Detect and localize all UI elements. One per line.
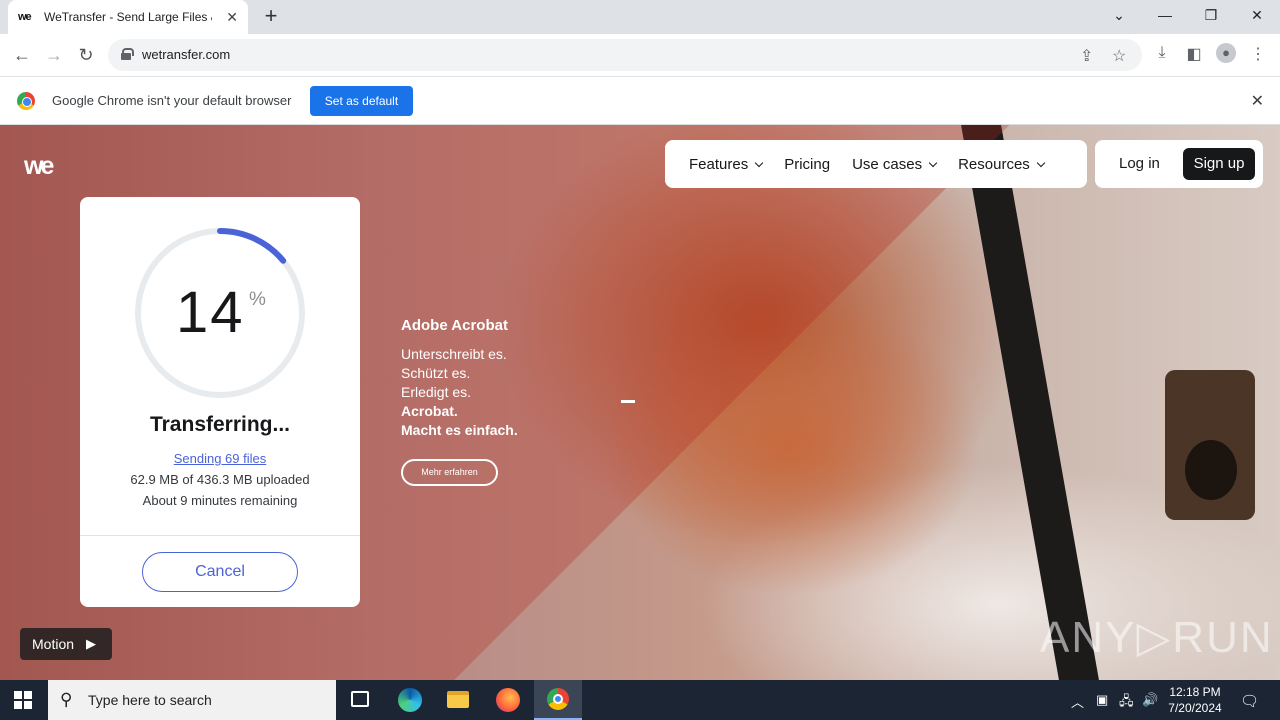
windows-taskbar: ⚲ Type here to search ︿ ▣ 🖧 🔊 12:18 PM 7… — [0, 680, 1280, 720]
browser-tab-wetransfer[interactable]: we WeTransfer - Send Large Files & ✕ — [8, 0, 248, 34]
ad-learn-more-button[interactable]: Mehr erfahren — [401, 459, 498, 486]
minimize-button[interactable]: — — [1142, 0, 1188, 30]
ad-brand: Adobe Acrobat — [401, 317, 508, 334]
network-icon[interactable]: 🖧 — [1119, 692, 1134, 714]
ad-line: Unterschreibt es. — [401, 346, 507, 362]
taskbar-search-placeholder: Type here to search — [88, 692, 212, 708]
infobar-close-icon[interactable]: ✕ — [1251, 91, 1264, 111]
address-bar[interactable]: wetransfer.com ⇪ ☆ — [108, 39, 1142, 71]
ad-line: Erledigt es. — [401, 384, 472, 400]
tab-search-chevron-icon[interactable]: ⌄ — [1096, 0, 1142, 30]
motion-label: Motion — [32, 636, 75, 652]
search-icon: ⚲ — [60, 690, 73, 709]
wetransfer-favicon-icon: we — [18, 11, 32, 23]
clock-time: 12:18 PM — [1169, 685, 1221, 699]
profile-avatar-icon[interactable]: ● — [1215, 43, 1237, 63]
percent-sign: % — [249, 289, 266, 310]
auth-nav: Log in Sign up — [1095, 140, 1263, 188]
chevron-down-icon — [928, 158, 938, 167]
tab-close-icon[interactable]: ✕ — [226, 9, 238, 26]
nav-features[interactable]: Features — [689, 156, 764, 173]
download-icon[interactable]: ⤓ — [1151, 44, 1173, 62]
lock-icon[interactable] — [121, 48, 134, 60]
default-browser-infobar: Google Chrome isn't your default browser… — [0, 76, 1280, 125]
uploaded-amount: 62.9 MB of 436.3 MB uploaded — [130, 472, 310, 487]
share-icon[interactable]: ⇪ — [1080, 46, 1093, 66]
motion-toggle-button[interactable]: Motion ▶ — [20, 628, 112, 660]
nav-use-cases[interactable]: Use cases — [852, 156, 938, 173]
side-panel-icon[interactable]: ◧ — [1183, 44, 1205, 64]
url-text[interactable]: wetransfer.com — [142, 47, 230, 62]
menu-kebab-icon[interactable]: ⋮ — [1247, 44, 1269, 64]
sending-files-link[interactable]: Sending 69 files — [80, 451, 360, 466]
close-window-button[interactable]: ✕ — [1234, 0, 1280, 30]
ad-slide-indicator[interactable] — [621, 400, 635, 403]
new-tab-button[interactable]: + — [260, 4, 282, 28]
transfer-status: Transferring... — [149, 413, 291, 436]
nav-resources[interactable]: Resources — [958, 156, 1046, 173]
set-as-default-button[interactable]: Set as default — [310, 86, 413, 116]
site-nav: Features Pricing Use cases Resources — [665, 140, 1087, 188]
tab-title: WeTransfer - Send Large Files & — [44, 10, 212, 24]
tray-overflow-chevron-icon[interactable]: ︿ — [1071, 692, 1084, 711]
bookmark-star-icon[interactable]: ☆ — [1112, 46, 1126, 66]
file-explorer-icon[interactable] — [434, 680, 482, 720]
edge-icon[interactable] — [386, 680, 434, 720]
windows-start-icon[interactable] — [14, 691, 32, 709]
chrome-logo-icon — [17, 92, 35, 110]
time-remaining: About 9 minutes remaining — [142, 493, 298, 508]
infobar-message: Google Chrome isn't your default browser — [52, 93, 292, 108]
anyrun-watermark: ANY▷RUN — [1040, 613, 1274, 662]
taskbar-search-box[interactable]: ⚲ Type here to search — [48, 680, 336, 720]
card-divider — [80, 535, 360, 536]
chevron-down-icon — [1036, 158, 1046, 167]
reload-icon[interactable]: ↻ — [74, 43, 98, 67]
taskbar-clock[interactable]: 12:18 PM 7/20/2024 — [1160, 684, 1230, 716]
play-icon: ▶ — [86, 636, 96, 651]
restore-button[interactable]: ❐ — [1188, 0, 1234, 30]
chevron-down-icon — [754, 158, 764, 167]
ad-line: Schützt es. — [401, 365, 471, 381]
nav-pricing[interactable]: Pricing — [784, 156, 830, 173]
browser-tab-strip: we WeTransfer - Send Large Files & ✕ + ⌄… — [0, 0, 1280, 34]
firefox-icon[interactable] — [484, 680, 532, 720]
forward-arrow-icon[interactable]: → — [42, 43, 66, 67]
wetransfer-logo[interactable]: we — [24, 152, 54, 181]
wetransfer-page: we Features Pricing Use cases Resources … — [0, 125, 1280, 680]
ad-line-bold: Acrobat. — [401, 403, 458, 419]
tray-device-icon[interactable]: ▣ — [1096, 692, 1108, 708]
progress-percent: 14 — [176, 280, 245, 345]
volume-icon[interactable]: 🔊 — [1142, 692, 1158, 708]
browser-toolbar: ← → ↻ wetransfer.com ⇪ ☆ ⤓ ◧ ● ⋮ — [0, 34, 1280, 76]
back-arrow-icon[interactable]: ← — [10, 43, 34, 67]
signup-button[interactable]: Sign up — [1183, 148, 1255, 180]
clock-date: 7/20/2024 — [1168, 701, 1222, 715]
login-link[interactable]: Log in — [1119, 155, 1160, 172]
task-view-icon[interactable] — [336, 680, 384, 720]
cancel-button[interactable]: Cancel — [142, 552, 298, 592]
ad-line-bold: Macht es einfach. — [401, 422, 518, 438]
chrome-icon[interactable] — [534, 680, 582, 720]
notifications-icon[interactable]: 🗨 — [1240, 692, 1259, 710]
transfer-card: 14 % Transferring... Sending 69 files 62… — [80, 197, 360, 607]
